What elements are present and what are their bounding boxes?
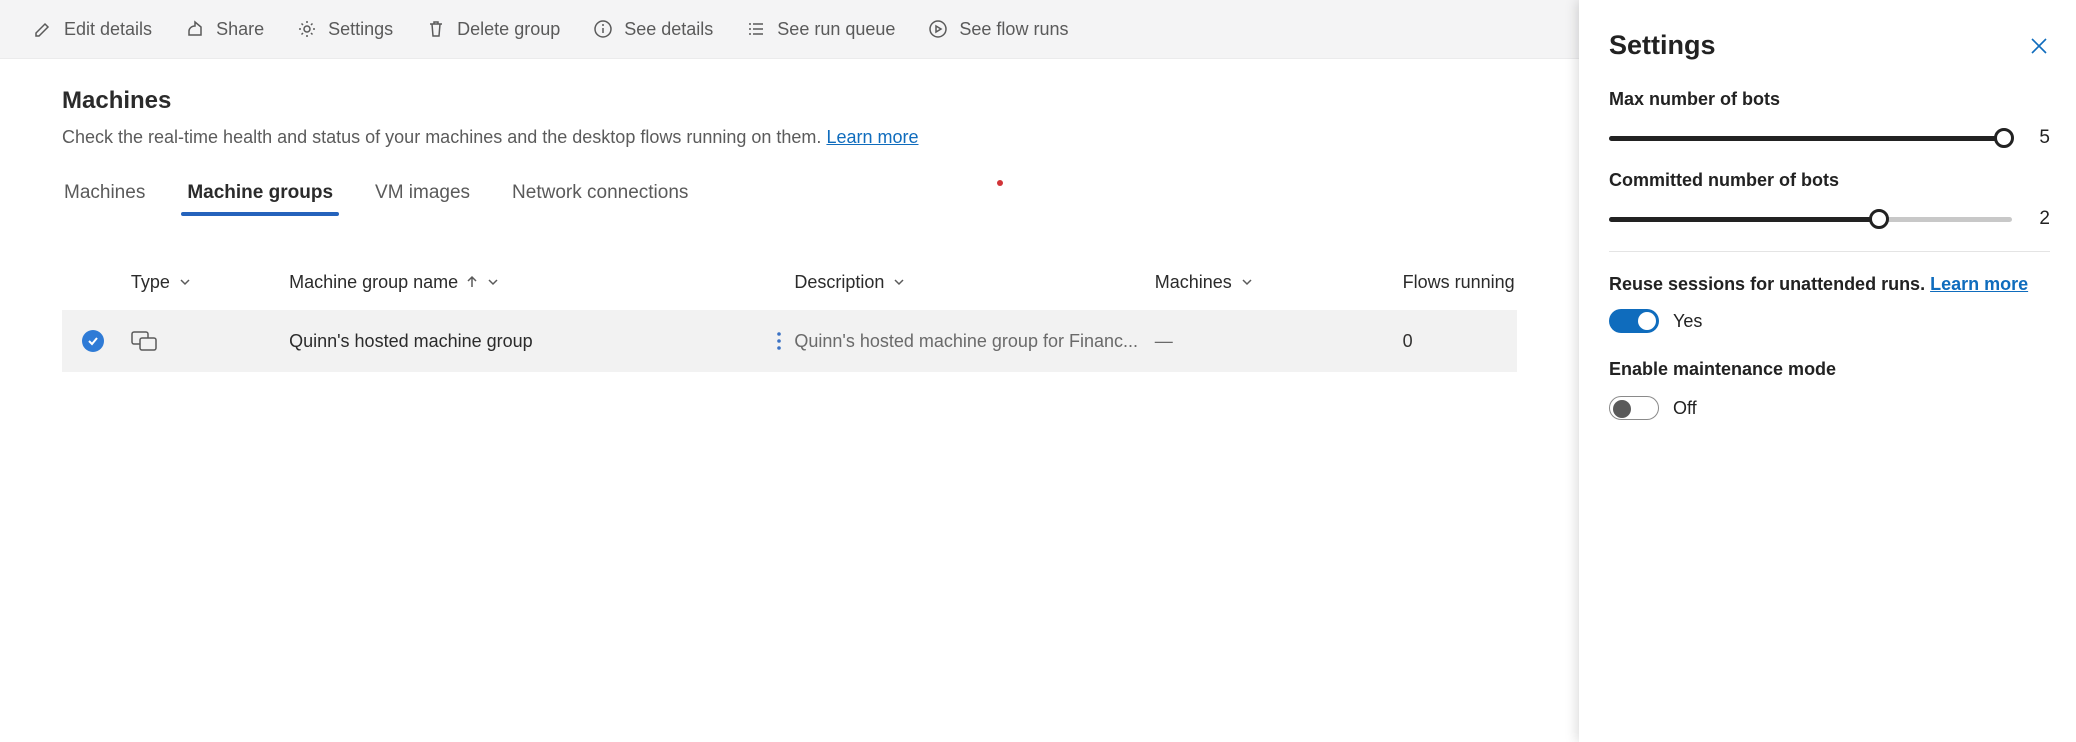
- play-circle-icon: [927, 18, 949, 40]
- row-more-actions-button[interactable]: [764, 330, 794, 352]
- edit-icon: [32, 18, 54, 40]
- share-button[interactable]: Share: [182, 12, 266, 46]
- delete-group-label: Delete group: [457, 19, 560, 40]
- gear-icon: [296, 18, 318, 40]
- edit-details-button[interactable]: Edit details: [30, 12, 154, 46]
- row-selected-icon[interactable]: [82, 330, 104, 352]
- main-area: Edit details Share Settings Delete group…: [0, 0, 1579, 742]
- list-icon: [745, 18, 767, 40]
- tab-machines[interactable]: Machines: [62, 178, 147, 214]
- col-name-label: Machine group name: [289, 272, 458, 293]
- col-name[interactable]: Machine group name: [289, 272, 794, 293]
- max-bots-slider[interactable]: [1609, 126, 2012, 150]
- row-description: Quinn's hosted machine group for Financ.…: [794, 331, 1144, 352]
- see-flow-runs-label: See flow runs: [959, 19, 1068, 40]
- close-button[interactable]: [2028, 35, 2050, 57]
- machine-groups-table: Type Machine group name Description: [62, 254, 1517, 372]
- panel-divider: [1609, 251, 2050, 252]
- col-flows-running[interactable]: Flows running: [1403, 272, 1517, 293]
- committed-bots-slider[interactable]: [1609, 207, 2012, 231]
- share-icon: [184, 18, 206, 40]
- settings-panel: Settings Max number of bots 5 Committed …: [1579, 0, 2076, 742]
- maintenance-mode-toggle[interactable]: [1609, 396, 1659, 420]
- table-row[interactable]: Quinn's hosted machine group Quinn's hos…: [62, 310, 1517, 372]
- learn-more-link[interactable]: Learn more: [826, 127, 918, 147]
- col-description-label: Description: [794, 272, 884, 293]
- col-description[interactable]: Description: [794, 272, 1154, 293]
- reuse-sessions-text: Reuse sessions for unattended runs.: [1609, 274, 1930, 294]
- see-run-queue-label: See run queue: [777, 19, 895, 40]
- col-flows-label: Flows running: [1403, 272, 1515, 293]
- panel-title: Settings: [1609, 30, 1716, 61]
- chevron-down-icon: [178, 275, 192, 289]
- maintenance-mode-label: Enable maintenance mode: [1609, 359, 2050, 380]
- chevron-down-icon: [486, 275, 500, 289]
- committed-bots-label: Committed number of bots: [1609, 170, 2050, 191]
- delete-group-button[interactable]: Delete group: [423, 12, 562, 46]
- tab-machine-groups[interactable]: Machine groups: [185, 178, 335, 214]
- reuse-sessions-state: Yes: [1673, 311, 1702, 332]
- sort-asc-icon: [466, 275, 478, 289]
- col-type[interactable]: Type: [127, 272, 289, 293]
- row-machines-count: —: [1155, 331, 1173, 351]
- share-label: Share: [216, 19, 264, 40]
- tab-network-connections[interactable]: Network connections: [510, 178, 690, 214]
- reuse-learn-more-link[interactable]: Learn more: [1930, 274, 2028, 294]
- max-bots-label: Max number of bots: [1609, 89, 2050, 110]
- info-icon: [592, 18, 614, 40]
- page-title: Machines: [62, 87, 1517, 115]
- settings-label: Settings: [328, 19, 393, 40]
- see-run-queue-button[interactable]: See run queue: [743, 12, 897, 46]
- col-machines[interactable]: Machines: [1155, 272, 1403, 293]
- table-header: Type Machine group name Description: [62, 254, 1517, 310]
- col-machines-label: Machines: [1155, 272, 1232, 293]
- tab-bar: Machines Machine groups VM images Networ…: [62, 178, 1517, 214]
- max-bots-value: 5: [2030, 127, 2050, 149]
- edit-details-label: Edit details: [64, 19, 152, 40]
- tab-vm-images[interactable]: VM images: [373, 178, 472, 214]
- reuse-sessions-label: Reuse sessions for unattended runs. Lear…: [1609, 274, 2050, 295]
- notification-dot-icon: [997, 180, 1003, 186]
- chevron-down-icon: [1240, 275, 1254, 289]
- chevron-down-icon: [892, 275, 906, 289]
- maintenance-mode-state: Off: [1673, 398, 1697, 419]
- committed-bots-value: 2: [2030, 208, 2050, 230]
- see-flow-runs-button[interactable]: See flow runs: [925, 12, 1070, 46]
- trash-icon: [425, 18, 447, 40]
- see-details-label: See details: [624, 19, 713, 40]
- page-body: Machines Check the real-time health and …: [22, 59, 1557, 742]
- page-subtitle: Check the real-time health and status of…: [62, 127, 1517, 148]
- see-details-button[interactable]: See details: [590, 12, 715, 46]
- command-bar: Edit details Share Settings Delete group…: [0, 0, 1579, 59]
- col-type-label: Type: [131, 272, 170, 293]
- settings-button[interactable]: Settings: [294, 12, 395, 46]
- page-subtitle-text: Check the real-time health and status of…: [62, 127, 826, 147]
- row-flows-count: 0: [1403, 331, 1413, 351]
- reuse-sessions-toggle[interactable]: [1609, 309, 1659, 333]
- row-group-name: Quinn's hosted machine group: [289, 331, 764, 352]
- machine-group-type-icon: [131, 329, 289, 353]
